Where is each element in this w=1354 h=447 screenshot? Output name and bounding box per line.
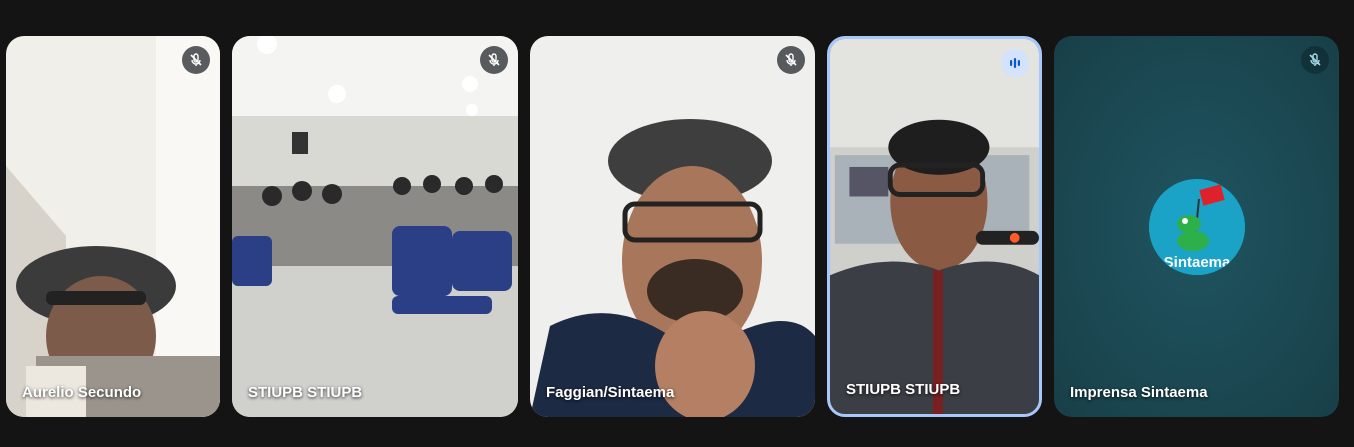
muted-mic-icon [1301,46,1329,74]
video-feed [830,39,1039,414]
video-feed [530,36,815,417]
participant-avatar: Sintaema [1148,178,1245,275]
participant-tile-5[interactable]: Sintaema Imprensa Sintaema [1054,36,1339,417]
participant-tile-4-active-speaker[interactable]: STIUPB STIUPB [827,36,1042,417]
participant-name: Aurelio Secundo [22,384,142,401]
video-feed [232,36,518,417]
participant-name: STIUPB STIUPB [846,381,961,398]
participant-tile-1[interactable]: Aurelio Secundo [6,36,220,417]
participant-name: Imprensa Sintaema [1070,384,1208,401]
meeting-grid: Aurelio Secundo STIUPB STIUPB Faggian/Si… [0,0,1354,447]
participant-name: Faggian/Sintaema [546,384,675,401]
participant-name: STIUPB STIUPB [248,384,363,401]
muted-mic-icon [182,46,210,74]
muted-mic-icon [480,46,508,74]
participant-tile-3[interactable]: Faggian/Sintaema [530,36,815,417]
muted-mic-icon [777,46,805,74]
speaking-indicator-icon [1001,49,1029,77]
avatar-logo-text: Sintaema [1163,254,1230,271]
video-feed [6,36,220,417]
participant-tile-2[interactable]: STIUPB STIUPB [232,36,518,417]
